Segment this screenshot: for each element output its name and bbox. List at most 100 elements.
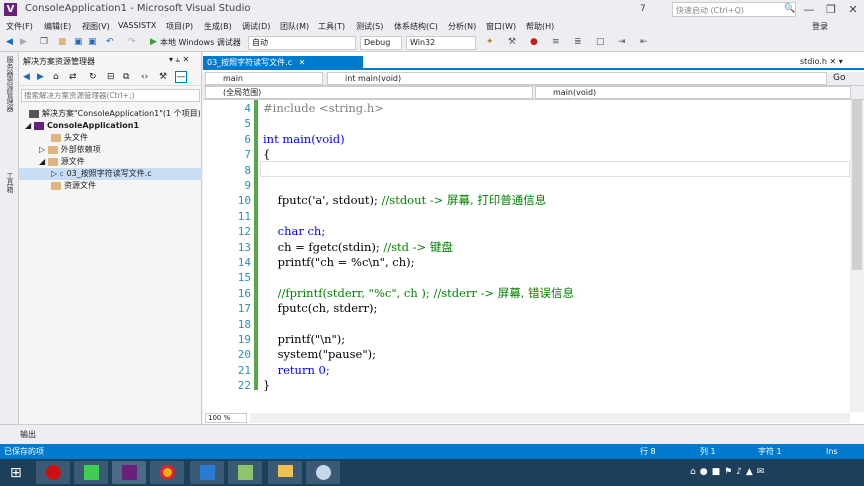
vertical-scroll-thumb[interactable] bbox=[852, 100, 862, 270]
code-line[interactable]: printf("ch = %c\n", ch); bbox=[263, 255, 415, 270]
menu-analyze[interactable]: 分析(N) bbox=[448, 21, 476, 32]
back-icon[interactable]: ◀ bbox=[6, 36, 13, 49]
forward-icon[interactable]: ▶ bbox=[37, 72, 44, 82]
back-icon[interactable]: ◀ bbox=[23, 72, 30, 82]
system-tray-icons[interactable]: ⌂●■⚑♪▲✉ bbox=[690, 467, 768, 477]
server-explorer-tab[interactable]: 服务器资源管理器 bbox=[5, 56, 15, 112]
zoom-level[interactable]: 100 % bbox=[205, 413, 247, 423]
code-line[interactable]: //fprintf(stderr, "%c", ch ); //stderr -… bbox=[263, 286, 574, 301]
open-file-icon[interactable]: ■ bbox=[58, 36, 67, 49]
menu-view[interactable]: 视图(V) bbox=[82, 21, 110, 32]
sign-in-link[interactable]: 登录 bbox=[812, 21, 828, 32]
run-mode-select[interactable]: 自动 bbox=[248, 36, 356, 50]
taskbar-app-wps[interactable] bbox=[190, 461, 224, 484]
redo-icon[interactable]: ↷ bbox=[128, 36, 136, 49]
menu-edit[interactable]: 编辑(E) bbox=[44, 21, 71, 32]
tree-item-project[interactable]: ◢ ConsoleApplication1 bbox=[19, 120, 202, 132]
save-icon[interactable]: ▣ bbox=[74, 36, 83, 49]
outdent-icon[interactable]: ⇤ bbox=[640, 36, 648, 49]
menu-help[interactable]: 帮助(H) bbox=[526, 21, 554, 32]
taskbar-app-vs[interactable] bbox=[112, 461, 146, 484]
sync-icon[interactable]: ⇄ bbox=[69, 72, 77, 82]
horizontal-scrollbar[interactable] bbox=[250, 413, 850, 423]
code-line[interactable]: fputc('a', stdout); //stdout -> 屏幕, 打印普通… bbox=[263, 193, 547, 208]
taskbar-app-chrome[interactable] bbox=[150, 461, 184, 484]
taskbar-app-notepad[interactable] bbox=[228, 461, 262, 484]
tree-item-source-file[interactable]: ▷ c 03_按照字符读写文件.c bbox=[19, 168, 202, 180]
function-dropdown[interactable]: main(void) bbox=[535, 86, 851, 99]
scope-dropdown[interactable]: main bbox=[205, 72, 323, 85]
tree-item-header-files[interactable]: 头文件 bbox=[19, 132, 202, 144]
code-line[interactable]: printf("\n"); bbox=[263, 332, 346, 347]
pin-icon[interactable]: ▾ ⫨ ✕ bbox=[169, 55, 189, 65]
document-tab[interactable]: 03_按照字符读写文件.c ✕ bbox=[203, 56, 363, 70]
solution-search-input[interactable]: 搜索解决方案资源管理器(Ctrl+;) bbox=[21, 89, 200, 102]
menu-test[interactable]: 测试(S) bbox=[356, 21, 383, 32]
dropdown-icon[interactable]: ▾ bbox=[839, 57, 843, 66]
configuration-select[interactable]: Debug bbox=[360, 36, 402, 50]
code-line[interactable]: system("pause"); bbox=[263, 347, 376, 362]
preview-tab[interactable]: stdio.h ✕ ▾ bbox=[800, 57, 843, 66]
menu-team[interactable]: 团队(M) bbox=[280, 21, 309, 32]
notification-flag-icon[interactable]: 7 bbox=[640, 4, 646, 14]
home-icon[interactable]: ⌂ bbox=[53, 72, 59, 82]
show-all-icon[interactable]: ⧉ bbox=[123, 72, 129, 82]
global-scope-dropdown[interactable]: (全局范围) bbox=[205, 86, 533, 99]
platform-select[interactable]: Win32 bbox=[406, 36, 476, 50]
taskbar-app-paint[interactable] bbox=[306, 461, 340, 484]
tree-item-solution[interactable]: 解决方案"ConsoleApplication1"(1 个项目) bbox=[19, 108, 202, 120]
menu-build[interactable]: 生成(B) bbox=[204, 21, 232, 32]
uncomment-icon[interactable]: ≣ bbox=[574, 36, 582, 49]
close-tab-icon[interactable]: ✕ bbox=[830, 57, 837, 66]
start-debug-button[interactable]: 本地 Windows 调试器 bbox=[160, 36, 241, 49]
taskbar-app-qt[interactable] bbox=[74, 461, 108, 484]
menu-window[interactable]: 窗口(W) bbox=[486, 21, 516, 32]
save-all-icon[interactable]: ▣ bbox=[88, 36, 97, 49]
collapse-arrow-icon[interactable]: ▷ bbox=[39, 145, 48, 154]
code-line[interactable]: #include <string.h> bbox=[263, 101, 384, 116]
tree-item-resource-files[interactable]: 资源文件 bbox=[19, 180, 202, 192]
search-icon[interactable]: 🔍 bbox=[784, 4, 795, 14]
preview-icon[interactable]: — bbox=[175, 71, 187, 83]
tree-item-external-deps[interactable]: ▷ 外部依赖项 bbox=[19, 144, 202, 156]
code-line[interactable]: { bbox=[263, 147, 270, 162]
toolbox-tab[interactable]: 工具箱 bbox=[5, 172, 15, 193]
start-debug-icon[interactable]: ▶ bbox=[150, 36, 157, 49]
bookmark-icon[interactable]: □ bbox=[596, 36, 605, 49]
tree-item-source-files[interactable]: ◢ 源文件 bbox=[19, 156, 202, 168]
undo-icon[interactable]: ↶ bbox=[106, 36, 114, 49]
collapse-icon[interactable]: ⊟ bbox=[107, 72, 115, 82]
maximize-button[interactable]: ❐ bbox=[820, 0, 842, 19]
menu-debug[interactable]: 调试(D) bbox=[242, 21, 270, 32]
code-line[interactable]: char ch; bbox=[263, 224, 326, 239]
expand-arrow-icon[interactable]: ◢ bbox=[39, 157, 48, 166]
code-line[interactable]: return 0; bbox=[263, 363, 330, 378]
breakpoint-icon[interactable]: ● bbox=[530, 36, 538, 49]
minimize-button[interactable]: — bbox=[798, 0, 820, 19]
menu-file[interactable]: 文件(F) bbox=[6, 21, 33, 32]
indent-icon[interactable]: ⇥ bbox=[618, 36, 626, 49]
output-tab[interactable]: 输出 bbox=[20, 429, 36, 440]
taskbar-app-recorder[interactable] bbox=[36, 461, 70, 484]
properties-icon[interactable]: ⚒ bbox=[159, 72, 167, 82]
quick-launch-input[interactable]: 快速启动 (Ctrl+Q) bbox=[672, 2, 796, 17]
menu-architecture[interactable]: 体系结构(C) bbox=[394, 21, 438, 32]
find-icon[interactable]: ✦ bbox=[486, 36, 494, 49]
comment-icon[interactable]: ≡ bbox=[552, 36, 560, 49]
code-view-icon[interactable]: ‹› bbox=[141, 72, 148, 82]
menu-project[interactable]: 项目(P) bbox=[166, 21, 193, 32]
collapse-arrow-icon[interactable]: ▷ bbox=[51, 169, 60, 178]
taskbar-app-explorer[interactable] bbox=[268, 461, 302, 484]
menu-tools[interactable]: 工具(T) bbox=[318, 21, 345, 32]
attach-icon[interactable]: ⚒ bbox=[508, 36, 516, 49]
code-line[interactable]: int main(void) bbox=[263, 132, 345, 147]
go-button[interactable]: Go bbox=[833, 73, 845, 83]
windows-start-icon[interactable]: ⊞ bbox=[10, 465, 22, 481]
close-tab-icon[interactable]: ✕ bbox=[299, 58, 306, 67]
member-dropdown[interactable]: int main(void) bbox=[327, 72, 827, 85]
refresh-icon[interactable]: ↻ bbox=[89, 72, 97, 82]
forward-icon[interactable]: ▶ bbox=[20, 36, 27, 49]
new-project-icon[interactable]: ❐ bbox=[40, 36, 48, 49]
menu-vassistx[interactable]: VASSISTX bbox=[118, 21, 156, 30]
expand-arrow-icon[interactable]: ◢ bbox=[25, 121, 34, 130]
